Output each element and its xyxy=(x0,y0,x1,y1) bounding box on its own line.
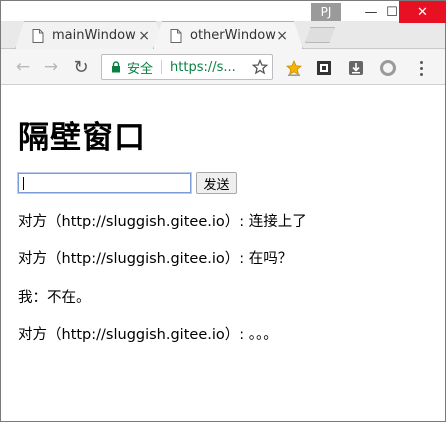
document-icon xyxy=(32,28,44,43)
circle-extension-icon[interactable] xyxy=(379,59,397,77)
forward-button[interactable]: → xyxy=(41,57,61,77)
tab-close-icon[interactable]: × xyxy=(138,29,150,43)
page-title: 隔壁窗口 xyxy=(18,120,146,156)
reload-button[interactable]: ↻ xyxy=(71,57,91,78)
page-content: 隔壁窗口 发送 对方（http://sluggish.gitee.io）: 连接… xyxy=(2,86,445,416)
message-line: 我：不在。 xyxy=(18,290,91,306)
back-button[interactable]: ← xyxy=(13,57,33,77)
url-text[interactable]: https://s... xyxy=(170,60,236,75)
omnibox-divider xyxy=(161,60,163,74)
address-bar[interactable]: 安全 https://s... xyxy=(101,54,273,80)
tab-label: otherWindow xyxy=(190,28,276,43)
download-extension-icon[interactable] xyxy=(347,59,365,77)
close-window-button[interactable]: ✕ xyxy=(399,1,446,23)
message-line: 对方（http://sluggish.gitee.io）: 。。。 xyxy=(18,327,278,343)
message-input[interactable] xyxy=(17,172,192,194)
maximize-button[interactable]: ☐ xyxy=(385,1,399,23)
bookmark-star-extension-icon[interactable] xyxy=(285,59,303,77)
document-icon xyxy=(170,28,182,43)
tab-other-window[interactable]: otherWindow × xyxy=(153,21,303,49)
menu-icon[interactable] xyxy=(413,59,429,77)
qr-extension-icon[interactable] xyxy=(315,59,333,77)
tab-main-window[interactable]: mainWindow × xyxy=(15,21,165,49)
text-caret xyxy=(23,177,24,190)
star-icon[interactable] xyxy=(252,59,268,75)
title-bar: mainWindow × otherWindow × PJ — ☐ ✕ xyxy=(1,1,446,49)
browser-toolbar: ← → ↻ 安全 https://s... xyxy=(1,49,445,85)
minimize-button[interactable]: — xyxy=(357,1,385,23)
lock-icon xyxy=(112,61,120,73)
message-line: 对方（http://sluggish.gitee.io）: 在吗？ xyxy=(18,251,293,267)
tab-close-icon[interactable]: × xyxy=(276,29,288,43)
send-button[interactable]: 发送 xyxy=(196,172,237,194)
message-line: 对方（http://sluggish.gitee.io）: 连接上了 xyxy=(18,214,307,230)
secure-label: 安全 xyxy=(127,61,154,77)
profile-badge[interactable]: PJ xyxy=(311,3,341,21)
browser-window: mainWindow × otherWindow × PJ — ☐ ✕ ← → … xyxy=(0,0,446,422)
tab-label: mainWindow xyxy=(52,28,136,43)
